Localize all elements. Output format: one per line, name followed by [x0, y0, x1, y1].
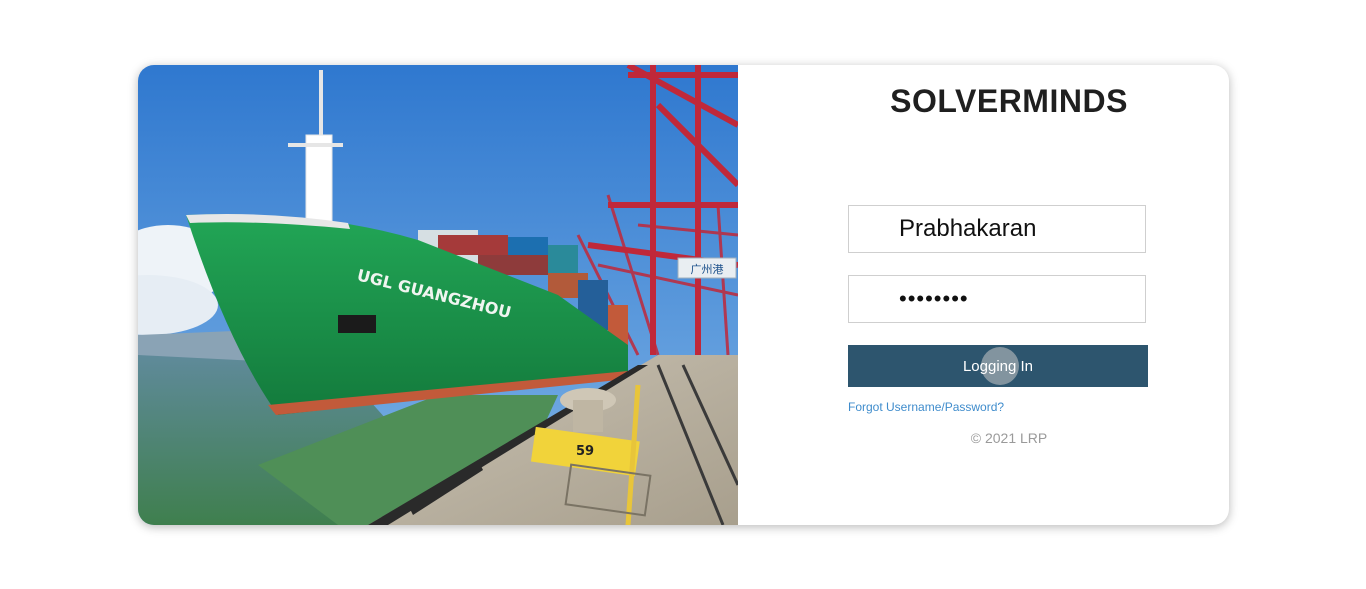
- username-field[interactable]: [848, 205, 1146, 253]
- container-ship-illustration: 广州港 UGL GUANGZHOU 59: [138, 65, 738, 525]
- forgot-credentials-link[interactable]: Forgot Username/Password?: [848, 400, 1004, 414]
- login-form-pane: SOLVERMINDS Logging In Forgot Username/P…: [738, 65, 1229, 525]
- port-ship-photo: 广州港 UGL GUANGZHOU 59: [138, 65, 738, 525]
- bollard-number: 59: [576, 444, 594, 459]
- password-input[interactable]: [849, 276, 1145, 322]
- password-field[interactable]: [848, 275, 1146, 323]
- crane-sign-text: 广州港: [691, 263, 724, 276]
- brand-title: SOLVERMINDS: [890, 83, 1128, 119]
- copyright-text: © 2021 LRP: [970, 430, 1048, 446]
- login-button[interactable]: Logging In: [848, 345, 1148, 387]
- login-card: 广州港 UGL GUANGZHOU 59 SOLVERMINDS Prabhak…: [138, 65, 1229, 525]
- login-button-label: Logging In: [962, 357, 1034, 375]
- username-input[interactable]: [849, 206, 1145, 252]
